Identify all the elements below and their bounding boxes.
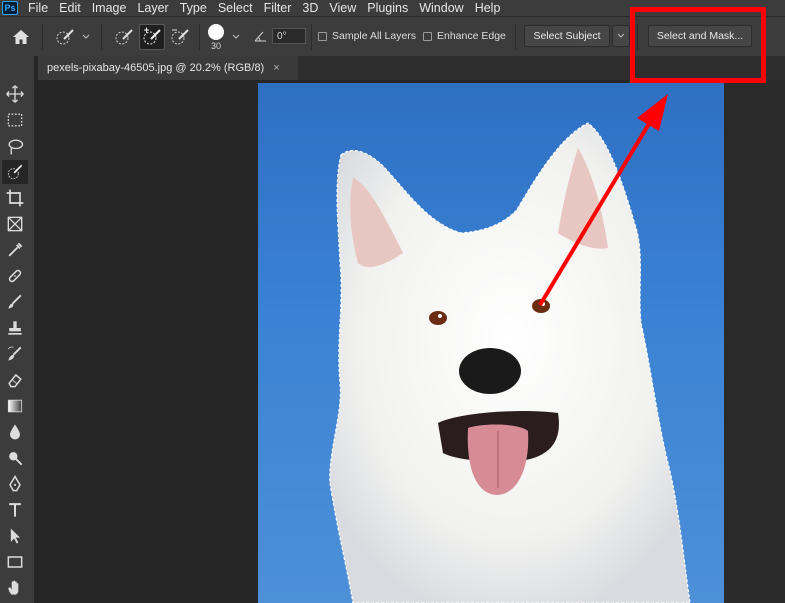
dodge-tool[interactable]	[2, 446, 28, 470]
subtract-selection-brush-icon	[171, 29, 189, 45]
gradient-icon	[7, 399, 23, 413]
gradient-tool[interactable]	[2, 394, 28, 418]
healing-brush-tool[interactable]	[2, 264, 28, 288]
eraser-icon	[8, 373, 22, 388]
menu-edit[interactable]: Edit	[59, 0, 81, 16]
type-tool[interactable]	[2, 498, 28, 522]
menu-select[interactable]: Select	[218, 0, 253, 16]
document-image[interactable]	[258, 83, 724, 603]
angle-input[interactable]: 0°	[272, 28, 306, 44]
healing-brush-icon	[8, 269, 22, 283]
tool-preset-picker[interactable]	[50, 24, 80, 50]
quick-selection-preset-icon	[56, 29, 74, 45]
new-selection-button[interactable]	[111, 24, 137, 50]
sample-all-layers-checkbox[interactable]	[318, 31, 327, 41]
rectangle-shape-icon	[7, 556, 23, 568]
home-button[interactable]	[8, 24, 34, 50]
photoshop-logo-icon: Ps	[2, 1, 18, 15]
enhance-edge-label: Enhance Edge	[437, 30, 506, 42]
preset-chevron-down-icon[interactable]	[80, 31, 92, 43]
path-selection-tool[interactable]	[2, 524, 28, 548]
crop-tool[interactable]	[2, 186, 28, 210]
new-selection-brush-icon	[115, 29, 133, 45]
move-tool-icon	[6, 85, 24, 103]
menu-layer[interactable]: Layer	[137, 0, 168, 16]
menu-file[interactable]: File	[28, 0, 48, 16]
rectangle-shape-tool[interactable]	[2, 550, 28, 574]
brush-size-value: 30	[210, 40, 221, 51]
menu-image[interactable]: Image	[92, 0, 127, 16]
enhance-edge-checkbox[interactable]	[423, 31, 432, 41]
menu-type[interactable]: Type	[180, 0, 207, 16]
subtract-from-selection-button[interactable]	[167, 24, 193, 50]
select-subject-button[interactable]: Select Subject	[524, 25, 610, 47]
quick-selection-tool[interactable]	[2, 160, 28, 184]
brush-icon	[8, 294, 22, 309]
crop-icon	[6, 189, 24, 207]
pen-tool[interactable]	[2, 472, 28, 496]
clone-stamp-icon	[8, 321, 22, 335]
sample-all-layers-label: Sample All Layers	[332, 30, 417, 42]
dog-photo	[329, 122, 691, 603]
lasso-tool[interactable]	[2, 134, 28, 158]
menu-window[interactable]: Window	[419, 0, 463, 16]
brush-tool[interactable]	[2, 290, 28, 314]
eyedropper-icon	[8, 242, 23, 257]
annotation-highlight-box	[630, 7, 766, 83]
hand-tool[interactable]	[2, 576, 28, 600]
close-icon[interactable]: ×	[273, 62, 279, 74]
home-icon	[13, 30, 29, 44]
enhance-edge-option[interactable]: Enhance Edge	[423, 29, 506, 43]
canvas-pasteboard	[724, 80, 785, 603]
frame-tool[interactable]	[2, 212, 28, 236]
rectangular-marquee-icon	[7, 113, 23, 127]
eraser-tool[interactable]	[2, 368, 28, 392]
select-subject-dropdown[interactable]	[612, 25, 630, 47]
brush-size-picker[interactable]: 30	[204, 21, 228, 53]
quick-selection-icon	[7, 164, 23, 180]
chevron-down-icon	[617, 33, 625, 38]
rectangular-marquee-tool[interactable]	[2, 108, 28, 132]
type-icon	[9, 503, 21, 517]
lasso-icon	[8, 139, 24, 155]
blur-tool[interactable]	[2, 420, 28, 444]
eyedropper-tool[interactable]	[2, 238, 28, 262]
angle-icon	[254, 29, 268, 43]
tools-panel	[0, 56, 34, 603]
frame-icon	[7, 216, 23, 232]
history-brush-icon	[7, 346, 22, 361]
history-brush-tool[interactable]	[2, 342, 28, 366]
blur-icon	[10, 424, 20, 440]
menu-filter[interactable]: Filter	[264, 0, 292, 16]
menu-plugins[interactable]: Plugins	[367, 0, 408, 16]
document-tab-title: pexels-pixabay-46505.jpg @ 20.2% (RGB/8)	[47, 62, 265, 74]
move-tool-tool[interactable]	[2, 82, 28, 106]
angle-field[interactable]: 0°	[272, 28, 306, 44]
dodge-icon	[9, 452, 23, 466]
sample-all-layers-option[interactable]: Sample All Layers	[318, 29, 416, 43]
add-to-selection-button[interactable]	[139, 24, 165, 50]
hand-icon	[8, 580, 19, 595]
path-selection-icon	[10, 528, 20, 544]
menu-view[interactable]: View	[329, 0, 356, 16]
document-tab[interactable]: pexels-pixabay-46505.jpg @ 20.2% (RGB/8)…	[38, 56, 298, 80]
add-to-selection-brush-icon	[143, 27, 161, 45]
menu-help[interactable]: Help	[475, 0, 501, 16]
brush-tip-icon	[208, 23, 224, 40]
pen-icon	[9, 475, 21, 492]
clone-stamp-tool[interactable]	[2, 316, 28, 340]
menu-3d[interactable]: 3D	[302, 0, 318, 16]
brush-chevron-down-icon[interactable]	[230, 31, 242, 43]
